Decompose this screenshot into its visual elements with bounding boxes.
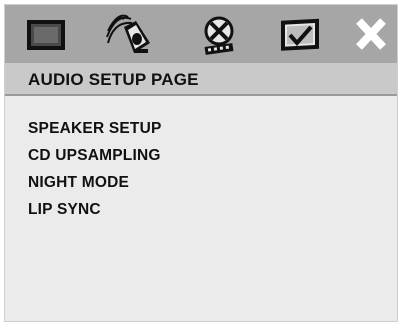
- setup-toolbar: [5, 5, 397, 63]
- audio-setup-menu: SPEAKER SETUP CD UPSAMPLING NIGHT MODE L…: [28, 115, 162, 223]
- preference-setup-icon[interactable]: [277, 13, 325, 57]
- menu-item-lip-sync[interactable]: LIP SYNC: [28, 196, 162, 223]
- page-title: AUDIO SETUP PAGE: [28, 70, 199, 89]
- exit-icon[interactable]: [347, 13, 395, 57]
- audio-setup-screen: AUDIO SETUP PAGE SPEAKER SETUP CD UPSAMP…: [4, 4, 398, 322]
- video-setup-icon[interactable]: [195, 13, 243, 57]
- menu-item-cd-upsampling[interactable]: CD UPSAMPLING: [28, 142, 162, 169]
- general-setup-icon[interactable]: [23, 13, 71, 57]
- menu-item-speaker-setup[interactable]: SPEAKER SETUP: [28, 115, 162, 142]
- menu-item-night-mode[interactable]: NIGHT MODE: [28, 169, 162, 196]
- page-header: AUDIO SETUP PAGE: [5, 63, 397, 96]
- audio-setup-icon[interactable]: [104, 13, 152, 57]
